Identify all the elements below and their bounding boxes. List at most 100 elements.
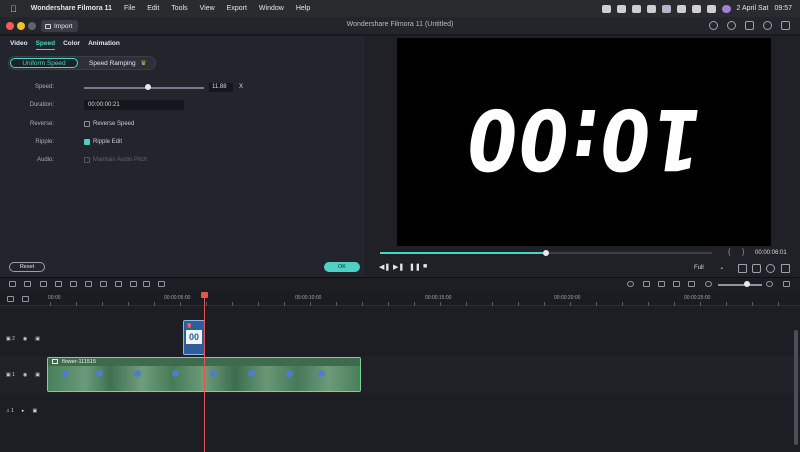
reverse-label: Reverse: [29,121,54,127]
zoom-in-icon[interactable] [766,281,773,287]
preview-quality-select[interactable]: Full ⌄ [694,264,724,271]
apple-icon[interactable]:  [10,4,17,14]
reverse-speed-label[interactable]: Reverse Speed [93,121,134,127]
zoom-slider-handle[interactable] [744,281,750,287]
control-center-icon[interactable] [706,4,716,13]
crop-icon[interactable] [70,281,77,287]
microphone-icon[interactable] [658,281,665,287]
siri-icon[interactable] [721,4,731,13]
lock-icon[interactable]: ▣ [32,408,37,414]
redo-icon[interactable] [24,281,31,287]
speed-slider[interactable] [84,87,204,89]
voiceover-icon[interactable] [673,281,680,287]
speed-value-field[interactable]: 11.88 [209,83,233,92]
playhead[interactable] [204,294,205,452]
display-icon[interactable] [738,264,747,273]
ok-button[interactable]: OK [324,262,360,272]
step-back-icon[interactable]: ◀❚ [379,263,390,271]
undo-icon[interactable] [9,281,16,287]
menu-export[interactable]: Export [227,5,247,12]
uniform-speed-button[interactable]: Uniform Speed [10,58,78,68]
timeline-scrollbar[interactable] [794,330,798,445]
speed-label: Speed: [34,84,54,90]
window-titlebar: Import Wondershare Filmora 11 (Untitled) [0,17,800,35]
cloud-icon[interactable] [709,21,718,30]
render-icon[interactable] [627,281,634,287]
video-track-icon: ▣ 1 [6,372,15,378]
eye-icon[interactable]: ◉ [23,372,27,378]
eye-icon[interactable]: ◉ [23,336,27,342]
title-clip[interactable]: T 00 [183,320,205,355]
menubar-date[interactable]: 2 April Sat [737,5,769,12]
pause-icon[interactable]: ❚❚ [409,263,421,271]
menubar-time[interactable]: 09:57 [774,5,792,12]
track-header-video-1: ▣ 1 ◉ ▣ [6,372,40,378]
speed-icon[interactable] [85,281,92,287]
color-icon[interactable] [100,281,107,287]
ruler-label: 00:00:10:00 [295,295,322,301]
status-app-icon[interactable] [601,4,611,13]
stop-icon[interactable]: ■ [423,263,427,270]
zoom-out-icon[interactable] [705,281,712,287]
menu-window[interactable]: Window [259,5,284,12]
fullscreen-icon[interactable] [781,264,790,273]
fit-icon[interactable] [130,281,137,287]
maintain-pitch-label[interactable]: Maintain Audio Pitch [93,157,147,163]
status-app-icon[interactable] [616,4,626,13]
marker-icon[interactable] [115,281,122,287]
shield-icon[interactable] [643,281,650,287]
track-header-video-2: ▣ 2 ◉ ▣ [6,336,40,342]
maintain-pitch-checkbox[interactable] [84,157,90,163]
menu-file[interactable]: File [124,5,135,12]
panel-tabs: Video Speed Color Animation [10,40,120,50]
ripple-edit-label[interactable]: Ripple Edit [93,139,122,145]
account-icon[interactable] [727,21,736,30]
ruler-label: 00:00:05:00 [164,295,191,301]
zoom-slider[interactable] [718,284,762,286]
adjust-icon[interactable] [158,281,165,287]
flag-icon[interactable] [661,4,671,13]
lock-icon[interactable]: ▣ [35,336,40,342]
tab-video[interactable]: Video [10,40,28,50]
timeline-ruler[interactable] [0,292,800,306]
export-icon[interactable] [781,21,790,30]
snapshot-icon[interactable] [752,264,761,273]
ruler-label: 00:00:20:00 [554,295,581,301]
speed-ramping-button[interactable]: Speed Ramping ♛ [89,59,146,67]
speed-slider-handle[interactable] [144,84,151,90]
preview-scrub-handle[interactable] [543,250,549,256]
add-track-icon[interactable] [7,296,14,302]
wifi-icon[interactable] [676,4,686,13]
menu-tools[interactable]: Tools [171,5,187,12]
notification-icon[interactable] [763,21,772,30]
preview-canvas[interactable]: 10:00 [397,38,771,246]
search-icon[interactable] [691,4,701,13]
mask-icon[interactable] [143,281,150,287]
speaker-icon[interactable]: ▸ [22,408,25,414]
cut-icon[interactable] [55,281,62,287]
lock-icon[interactable]: ▣ [35,372,40,378]
tab-color[interactable]: Color [63,40,80,50]
mark-in-icon[interactable]: { [728,249,730,256]
playhead-handle[interactable] [201,292,208,298]
play-icon[interactable]: ▶❚ [393,263,404,271]
menu-edit[interactable]: Edit [147,5,159,12]
mark-out-icon[interactable]: } [742,249,744,256]
save-icon[interactable] [745,21,754,30]
volume-icon[interactable] [766,264,775,273]
menu-help[interactable]: Help [296,5,310,12]
delete-icon[interactable] [40,281,47,287]
timeline-menu-icon[interactable] [783,281,790,287]
reset-button[interactable]: Reset [9,262,45,272]
status-app-icon[interactable] [646,4,656,13]
snapshot-tool-icon[interactable] [688,281,695,287]
tab-animation[interactable]: Animation [88,40,120,50]
link-icon[interactable] [22,296,29,302]
reverse-speed-checkbox[interactable] [84,121,90,127]
ripple-edit-checkbox[interactable] [84,139,90,145]
duration-field[interactable]: 00:00:00:21 [84,100,184,110]
tab-speed[interactable]: Speed [35,40,56,50]
status-app-icon[interactable] [631,4,641,13]
menu-view[interactable]: View [200,5,215,12]
menu-app-name[interactable]: Wondershare Filmora 11 [31,5,112,12]
